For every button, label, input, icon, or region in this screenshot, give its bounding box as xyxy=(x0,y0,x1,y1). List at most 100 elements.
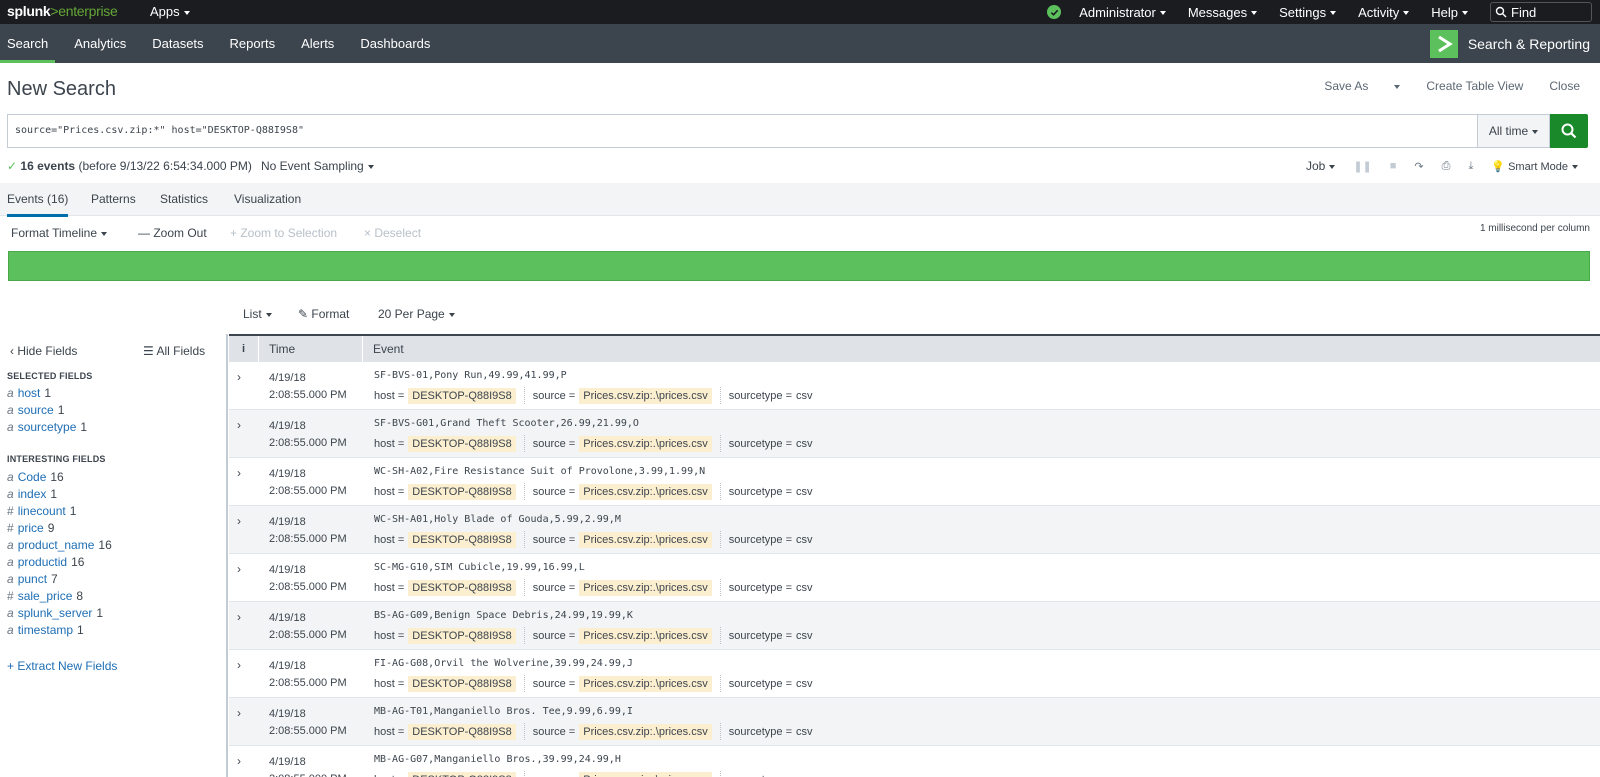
nav-alerts[interactable]: Alerts xyxy=(294,24,341,63)
event-time[interactable]: 4/19/18 2:08:55.000 PM xyxy=(269,658,347,692)
event-time[interactable]: 4/19/18 2:08:55.000 PM xyxy=(269,466,347,500)
zoom-to-selection-button[interactable]: + Zoom to Selection xyxy=(230,226,337,240)
format-button[interactable]: ✎ Format xyxy=(298,307,349,321)
host-value[interactable]: DESKTOP-Q88I9S8 xyxy=(408,387,516,404)
settings-menu[interactable]: Settings xyxy=(1279,5,1337,20)
source-value[interactable]: Prices.csv.zip:.\prices.csv xyxy=(579,771,712,777)
search-input[interactable]: source="Prices.csv.zip:*" host="DESKTOP-… xyxy=(7,114,1478,148)
chevron-right-icon[interactable]: › xyxy=(237,370,249,384)
create-table-view-button[interactable]: Create Table View xyxy=(1426,79,1523,93)
host-value[interactable]: DESKTOP-Q88I9S8 xyxy=(408,483,516,500)
field-splunk-server[interactable]: a splunk_server 1 xyxy=(7,606,103,620)
source-value[interactable]: Prices.csv.zip:.\prices.csv xyxy=(579,531,712,548)
list-view-menu[interactable]: List xyxy=(243,307,272,321)
sourcetype-value[interactable]: csv xyxy=(796,534,813,546)
host-value[interactable]: DESKTOP-Q88I9S8 xyxy=(408,723,516,740)
tab-events[interactable]: Events (16) xyxy=(7,183,69,217)
field-linecount[interactable]: # linecount 1 xyxy=(7,504,76,518)
nav-datasets[interactable]: Datasets xyxy=(145,24,210,63)
source-value[interactable]: Prices.csv.zip:.\prices.csv xyxy=(579,627,712,644)
all-fields-button[interactable]: ☰ All Fields xyxy=(143,344,205,358)
info-column-header[interactable]: i xyxy=(229,336,259,362)
zoom-out-button[interactable]: — Zoom Out xyxy=(138,226,207,240)
stop-icon[interactable]: ■ xyxy=(1390,160,1397,172)
sourcetype-value[interactable]: csv xyxy=(796,678,813,690)
source-value[interactable]: Prices.csv.zip:.\prices.csv xyxy=(579,723,712,740)
apps-menu[interactable]: Apps xyxy=(150,4,190,19)
field-product-name[interactable]: a product_name 16 xyxy=(7,538,112,552)
field-code[interactable]: a Code 16 xyxy=(7,470,64,484)
source-value[interactable]: Prices.csv.zip:.\prices.csv xyxy=(579,435,712,452)
event-time[interactable]: 4/19/18 2:08:55.000 PM xyxy=(269,418,347,452)
chevron-right-icon[interactable]: › xyxy=(237,418,249,432)
source-value[interactable]: Prices.csv.zip:.\prices.csv xyxy=(579,675,712,692)
field-index[interactable]: a index 1 xyxy=(7,487,57,501)
smart-mode-menu[interactable]: 💡 Smart Mode xyxy=(1491,160,1578,173)
deselect-button[interactable]: × Deselect xyxy=(364,226,421,240)
tab-visualization[interactable]: Visualization xyxy=(234,183,301,216)
host-value[interactable]: DESKTOP-Q88I9S8 xyxy=(408,771,516,777)
host-value[interactable]: DESKTOP-Q88I9S8 xyxy=(408,675,516,692)
host-value[interactable]: DESKTOP-Q88I9S8 xyxy=(408,627,516,644)
app-title[interactable]: Search & Reporting xyxy=(1429,30,1590,58)
field-sourcetype[interactable]: a sourcetype 1 xyxy=(7,420,87,434)
time-range-picker[interactable]: All time xyxy=(1478,114,1550,148)
field-host[interactable]: a host 1 xyxy=(7,386,51,400)
source-value[interactable]: Prices.csv.zip:.\prices.csv xyxy=(579,483,712,500)
chevron-right-icon[interactable]: › xyxy=(237,466,249,480)
sourcetype-value[interactable]: csv xyxy=(796,774,813,777)
chevron-right-icon[interactable]: › xyxy=(237,562,249,576)
timeline-histogram[interactable] xyxy=(8,251,1590,281)
chevron-right-icon[interactable]: › xyxy=(237,706,249,720)
field-productid[interactable]: a productid 16 xyxy=(7,555,84,569)
per-page-menu[interactable]: 20 Per Page xyxy=(378,307,455,321)
host-value[interactable]: DESKTOP-Q88I9S8 xyxy=(408,531,516,548)
sourcetype-value[interactable]: csv xyxy=(796,438,813,450)
print-icon[interactable]: ⎙ xyxy=(1442,160,1451,173)
field-source[interactable]: a source 1 xyxy=(7,403,64,417)
nav-search[interactable]: Search xyxy=(0,24,56,63)
administrator-menu[interactable]: Administrator xyxy=(1079,5,1166,20)
event-time[interactable]: 4/19/18 2:08:55.000 PM xyxy=(269,562,347,596)
sourcetype-value[interactable]: csv xyxy=(796,486,813,498)
source-value[interactable]: Prices.csv.zip:.\prices.csv xyxy=(579,579,712,596)
sourcetype-value[interactable]: csv xyxy=(796,582,813,594)
field-punct[interactable]: a punct 7 xyxy=(7,572,58,586)
close-button[interactable]: Close xyxy=(1549,79,1580,93)
source-value[interactable]: Prices.csv.zip:.\prices.csv xyxy=(579,387,712,404)
time-column-header[interactable]: Time xyxy=(259,336,363,362)
chevron-right-icon[interactable]: › xyxy=(237,754,249,768)
job-menu[interactable]: Job xyxy=(1306,159,1336,173)
find-input[interactable]: Find xyxy=(1490,2,1592,22)
export-icon[interactable]: ⤓ xyxy=(1468,160,1473,173)
event-time[interactable]: 4/19/18 2:08:55.000 PM xyxy=(269,514,347,548)
chevron-right-icon[interactable]: › xyxy=(237,610,249,624)
splunk-logo[interactable]: splunk>enterprise xyxy=(7,3,118,19)
event-time[interactable]: 4/19/18 2:08:55.000 PM xyxy=(269,610,347,644)
host-value[interactable]: DESKTOP-Q88I9S8 xyxy=(408,579,516,596)
messages-menu[interactable]: Messages xyxy=(1188,5,1258,20)
field-price[interactable]: # price 9 xyxy=(7,521,54,535)
extract-new-fields-link[interactable]: + Extract New Fields xyxy=(7,659,117,673)
sourcetype-value[interactable]: csv xyxy=(796,726,813,738)
field-sale-price[interactable]: # sale_price 8 xyxy=(7,589,83,603)
event-sampling-dropdown[interactable]: No Event Sampling xyxy=(261,159,374,173)
hide-fields-button[interactable]: ‹ Hide Fields xyxy=(10,344,77,358)
field-timestamp[interactable]: a timestamp 1 xyxy=(7,623,84,637)
sourcetype-value[interactable]: csv xyxy=(796,630,813,642)
chevron-right-icon[interactable]: › xyxy=(237,658,249,672)
save-as-button[interactable]: Save As xyxy=(1298,79,1401,93)
share-icon[interactable]: ↷ xyxy=(1414,160,1423,173)
chevron-right-icon[interactable]: › xyxy=(237,514,249,528)
tab-patterns[interactable]: Patterns xyxy=(91,183,136,216)
nav-analytics[interactable]: Analytics xyxy=(67,24,133,63)
host-value[interactable]: DESKTOP-Q88I9S8 xyxy=(408,435,516,452)
help-menu[interactable]: Help xyxy=(1431,5,1468,20)
sourcetype-value[interactable]: csv xyxy=(796,390,813,402)
event-time[interactable]: 4/19/18 2:08:55.000 PM xyxy=(269,706,347,740)
nav-reports[interactable]: Reports xyxy=(223,24,283,63)
event-time[interactable]: 4/19/18 2:08:55.000 PM xyxy=(269,754,347,777)
tab-statistics[interactable]: Statistics xyxy=(160,183,208,216)
format-timeline-menu[interactable]: Format Timeline xyxy=(11,226,108,240)
pause-icon[interactable]: ❚❚ xyxy=(1353,160,1371,173)
